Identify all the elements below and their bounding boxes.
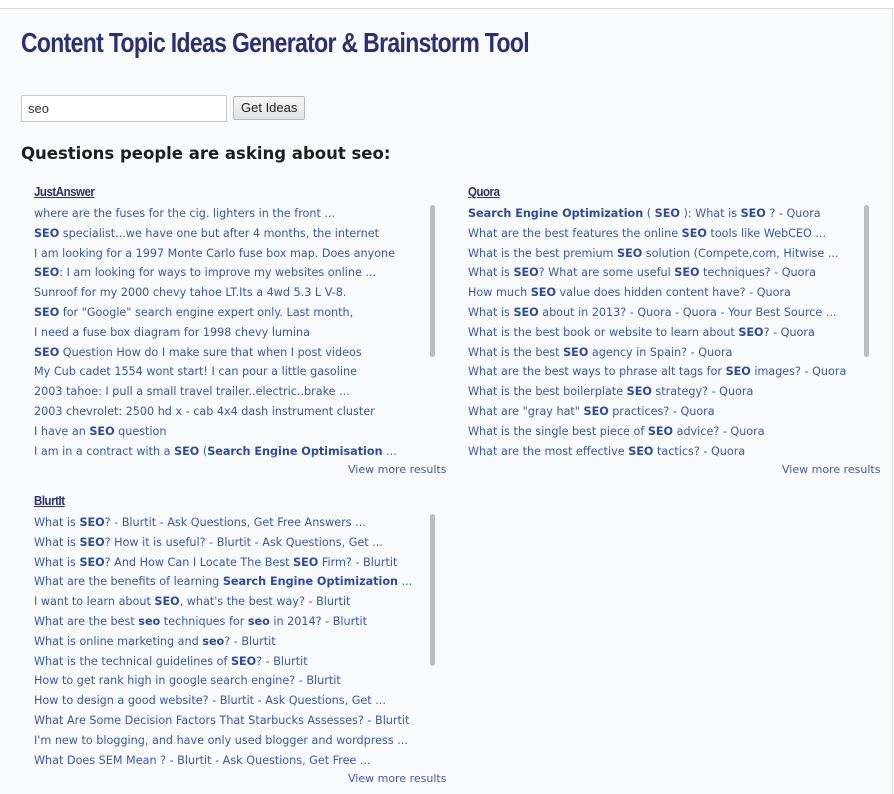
result-list-blurtit[interactable]: What is SEO? - Blurtit - Ask Questions, … <box>34 513 444 771</box>
result-link[interactable]: What is online marketing and seo? - Blur… <box>34 632 444 652</box>
panel-title-quora[interactable]: Quora <box>468 184 500 199</box>
panel-title-justanswer[interactable]: JustAnswer <box>34 184 95 199</box>
result-link[interactable]: What is SEO about in 2013? - Quora - Quo… <box>468 303 878 323</box>
result-link[interactable]: I need a fuse box diagram for 1998 chevy… <box>34 323 444 343</box>
result-link[interactable]: What is SEO? - Blurtit - Ask Questions, … <box>34 513 444 533</box>
results-heading: Questions people are asking about seo: <box>21 144 391 163</box>
get-ideas-button[interactable]: Get Ideas <box>233 96 306 120</box>
result-link[interactable]: 2003 chevrolet: 2500 hd x - cab 4x4 dash… <box>34 402 444 422</box>
panel-title-blurtit[interactable]: BlurtIt <box>34 493 65 508</box>
result-link[interactable]: where are the fuses for the cig. lighter… <box>34 204 444 224</box>
result-list-quora[interactable]: Search Engine Optimization ( SEO ): What… <box>468 204 878 462</box>
scrollbar-justanswer[interactable] <box>430 205 435 357</box>
result-link[interactable]: Search Engine Optimization ( SEO ): What… <box>468 204 878 224</box>
result-link[interactable]: Sunroof for my 2000 chevy tahoe LT.Its a… <box>34 283 444 303</box>
result-link[interactable]: What is SEO? How it is useful? - Blurtit… <box>34 533 444 553</box>
result-link[interactable]: 2003 tahoe: I pull a small travel traile… <box>34 382 444 402</box>
result-link[interactable]: SEO Question How do I make sure that whe… <box>34 343 444 363</box>
result-link[interactable]: What are the best features the online SE… <box>468 224 878 244</box>
result-link[interactable]: What Are Some Decision Factors That Star… <box>34 711 444 731</box>
result-link[interactable]: I have an SEO question <box>34 422 444 442</box>
result-link[interactable]: SEO specialist...we have one but after 4… <box>34 224 444 244</box>
result-link[interactable]: What is the single best piece of SEO adv… <box>468 422 878 442</box>
result-list-justanswer[interactable]: where are the fuses for the cig. lighter… <box>34 204 444 462</box>
view-more-blurtit[interactable]: View more results <box>348 772 446 785</box>
result-link[interactable]: What is the best boilerplate SEO strateg… <box>468 382 878 402</box>
result-link[interactable]: I'm new to blogging, and have only used … <box>34 731 444 751</box>
scrollbar-blurtit[interactable] <box>430 514 435 666</box>
result-link[interactable]: What is SEO? What are some useful SEO te… <box>468 263 878 283</box>
scrollbar-quora[interactable] <box>864 205 869 357</box>
result-link[interactable]: What are the best ways to phrase alt tag… <box>468 362 878 382</box>
result-link[interactable]: SEO for "Google" search engine expert on… <box>34 303 444 323</box>
view-more-justanswer[interactable]: View more results <box>348 463 446 476</box>
result-link[interactable]: SEO: I am looking for ways to improve my… <box>34 263 444 283</box>
result-link[interactable]: I am looking for a 1997 Monte Carlo fuse… <box>34 244 444 264</box>
result-link[interactable]: What is the technical guidelines of SEO?… <box>34 652 444 672</box>
view-more-quora[interactable]: View more results <box>782 463 880 476</box>
result-link[interactable]: What are the best seo techniques for seo… <box>34 612 444 632</box>
result-link[interactable]: How much SEO value does hidden content h… <box>468 283 878 303</box>
result-link[interactable]: I want to learn about SEO, what's the be… <box>34 592 444 612</box>
result-link[interactable]: What is the best premium SEO solution (C… <box>468 244 878 264</box>
page-frame: Content Topic Ideas Generator & Brainsto… <box>0 8 893 794</box>
result-link[interactable]: How to get rank high in google search en… <box>34 671 444 691</box>
result-link[interactable]: My Cub cadet 1554 wont start! I can pour… <box>34 362 444 382</box>
result-link[interactable]: How to design a good website? - Blurtit … <box>34 691 444 711</box>
page-title: Content Topic Ideas Generator & Brainsto… <box>21 27 530 58</box>
result-link[interactable]: What is the best book or website to lear… <box>468 323 878 343</box>
result-link[interactable]: What is SEO? And How Can I Locate The Be… <box>34 553 444 573</box>
search-input[interactable] <box>21 95 227 122</box>
result-link[interactable]: What are "gray hat" SEO practices? - Quo… <box>468 402 878 422</box>
result-link[interactable]: What is the best SEO agency in Spain? - … <box>468 343 878 363</box>
result-link[interactable]: What are the benefits of learning Search… <box>34 572 444 592</box>
